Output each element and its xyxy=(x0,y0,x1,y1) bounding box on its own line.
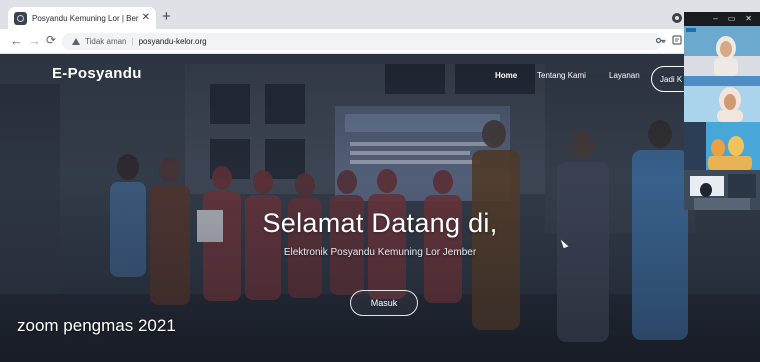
tab-title: Posyandu Kemuning Lor | Beranda xyxy=(32,13,139,23)
maximize-icon[interactable]: ▭ xyxy=(728,15,736,23)
browser-tab-strip: Posyandu Kemuning Lor | Beranda ✕ + xyxy=(0,0,760,29)
screen: Posyandu Kemuning Lor | Beranda ✕ + ← → … xyxy=(0,0,760,362)
webpage-hero: E-Posyandu Home Tentang Kami Layanan Jad… xyxy=(0,54,760,362)
hero-subtitle: Elektronik Posyandu Kemuning Lor Jember xyxy=(283,247,477,258)
participant-video-3[interactable] xyxy=(684,122,760,170)
participant-video-2[interactable] xyxy=(684,76,760,122)
zoom-participant-panel: – ▭ ✕ xyxy=(684,12,760,210)
warning-icon xyxy=(72,38,80,45)
zoom-window-titlebar: – ▭ ✕ xyxy=(684,12,760,26)
participant-video-4[interactable] xyxy=(684,170,760,210)
nav-home[interactable]: Home xyxy=(495,71,517,80)
nav-about[interactable]: Tentang Kami xyxy=(537,71,586,80)
close-icon[interactable]: ✕ xyxy=(745,15,752,23)
site-favicon-icon xyxy=(14,11,27,25)
browser-toolbar: ← → ⟳ Tidak aman | posyandu-kelor.org xyxy=(0,29,760,54)
participant-video-1[interactable] xyxy=(684,26,760,76)
forward-icon[interactable]: → xyxy=(28,34,41,47)
key-icon[interactable] xyxy=(655,36,666,46)
address-separator: | xyxy=(131,37,134,46)
url-text: posyandu-kelor.org xyxy=(138,37,207,46)
back-icon[interactable]: ← xyxy=(10,34,23,47)
new-tab-icon[interactable]: + xyxy=(162,9,171,24)
extensions-icon[interactable] xyxy=(672,35,682,48)
site-brand[interactable]: E-Posyandu xyxy=(52,65,142,82)
reload-icon[interactable]: ⟳ xyxy=(46,34,56,46)
minimize-icon[interactable]: – xyxy=(713,15,717,23)
security-label: Tidak aman xyxy=(85,37,127,46)
nav-services[interactable]: Layanan xyxy=(609,71,640,80)
hero-title: Selamat Datang di, xyxy=(262,208,498,238)
address-bar[interactable]: Tidak aman | posyandu-kelor.org xyxy=(62,33,662,50)
tab-close-icon[interactable]: ✕ xyxy=(142,13,150,23)
browser-tab[interactable]: Posyandu Kemuning Lor | Beranda ✕ xyxy=(8,7,156,29)
login-button[interactable]: Masuk xyxy=(350,290,418,316)
recording-caption: zoom pengmas 2021 xyxy=(17,316,176,335)
browser-profile-icon[interactable] xyxy=(672,13,682,23)
